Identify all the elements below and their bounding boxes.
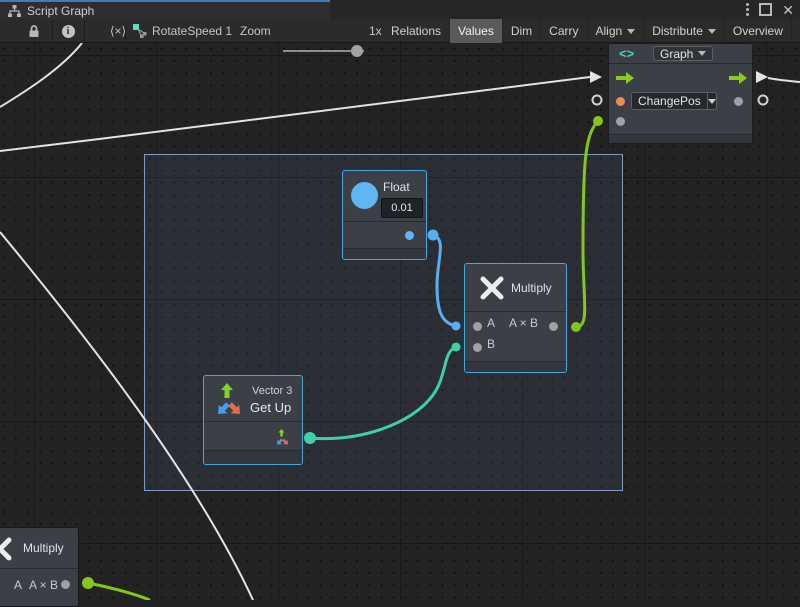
carry-button[interactable]: Carry [541, 19, 587, 43]
multiply-x-icon [0, 536, 13, 562]
float-output-port[interactable] [405, 231, 414, 240]
graph-hierarchy-icon [8, 5, 21, 17]
node-footer [465, 361, 566, 373]
graph-event-node[interactable]: <> Graph ChangePos [608, 43, 753, 144]
output-port[interactable] [734, 97, 743, 106]
tab-script-graph[interactable]: Script Graph [0, 0, 330, 19]
code-toggle-icon: ⟨×⟩ [110, 24, 126, 38]
input-port-a[interactable] [473, 322, 482, 331]
event-selector-dropdown[interactable]: ChangePos [631, 92, 717, 110]
align-dropdown-button[interactable]: Align [588, 19, 645, 43]
zoom-label: Zoom [240, 24, 271, 38]
maximize-icon[interactable] [759, 3, 772, 16]
graph-reference-breadcrumb[interactable]: RotateSpeed 1 [152, 24, 232, 38]
zoom-value: 1x [369, 24, 382, 38]
port-label-a: A [14, 578, 22, 592]
tab-title: Script Graph [27, 4, 94, 18]
relations-button[interactable]: Relations [383, 19, 450, 43]
flow-output-arrow-icon[interactable] [729, 72, 747, 84]
info-icon: i [62, 25, 75, 38]
overview-button[interactable]: Overview [725, 19, 792, 43]
graph-dropdown-button[interactable]: Graph [653, 46, 713, 61]
float-value: 0.01 [391, 202, 412, 214]
output-port[interactable] [61, 580, 70, 589]
node-footer [204, 450, 302, 465]
window-controls: ✕ [746, 2, 794, 17]
vector3-output-port-icon[interactable] [274, 429, 291, 446]
node-footer [343, 248, 426, 260]
port-label-a: A [487, 316, 495, 330]
distribute-dropdown-button[interactable]: Distribute [644, 19, 725, 43]
close-icon[interactable]: ✕ [782, 3, 794, 17]
node-title: Multiply [23, 541, 64, 555]
dim-button[interactable]: Dim [503, 19, 541, 43]
dropdown-arrow-box[interactable] [707, 93, 716, 109]
node-subtitle: Get Up [250, 400, 291, 415]
graph-toolbar: i ⟨×⟩ RotateSpeed 1 Zoom 1x Relations Va… [0, 19, 800, 43]
flow-input-arrow-icon[interactable] [616, 72, 634, 84]
input-port-b[interactable] [473, 343, 482, 352]
float-value-input[interactable]: 0.01 [381, 198, 423, 218]
chevron-down-icon [708, 99, 716, 104]
port-label-b: B [487, 337, 495, 351]
chevron-down-icon [708, 29, 716, 34]
window-menu-icon[interactable] [746, 3, 749, 16]
event-input-port[interactable] [616, 97, 625, 106]
float-circle-icon [351, 182, 378, 209]
fullscreen-button[interactable]: Full Screen [792, 19, 800, 43]
output-label-axb: A × B [509, 316, 538, 330]
node-title: Float [383, 180, 410, 194]
chevron-down-icon [698, 51, 706, 56]
output-port[interactable] [549, 322, 558, 331]
vector3-getup-node[interactable]: Vector 3 Get Up [203, 375, 303, 465]
zoom-slider-handle[interactable] [351, 45, 363, 57]
node-footer [609, 134, 752, 144]
multiply-x-icon [479, 275, 505, 301]
input-port[interactable] [616, 117, 625, 126]
node-title: Vector 3 [252, 385, 292, 397]
event-selector-value: ChangePos [632, 94, 707, 108]
multiply-node-partial[interactable]: Multiply A A × B [0, 527, 79, 607]
toolbar-buttons: Relations Values Dim Carry Align Distrib… [383, 19, 800, 43]
code-brackets-icon: <> [619, 46, 634, 61]
node-title: Multiply [511, 281, 552, 295]
lock-icon [27, 24, 41, 38]
values-button[interactable]: Values [450, 19, 503, 43]
output-label-axb: A × B [29, 578, 58, 592]
graph-dropdown-label: Graph [660, 47, 693, 61]
window-titlebar: Script Graph ✕ [0, 0, 800, 19]
multiply-node[interactable]: Multiply A A × B B [464, 263, 567, 373]
float-node[interactable]: Float 0.01 [342, 170, 427, 260]
lock-button[interactable] [22, 19, 46, 43]
info-button[interactable]: i [56, 19, 80, 43]
chevron-down-icon [627, 29, 635, 34]
vector3-axes-icon [212, 383, 246, 417]
graph-reference-icon [132, 19, 148, 43]
